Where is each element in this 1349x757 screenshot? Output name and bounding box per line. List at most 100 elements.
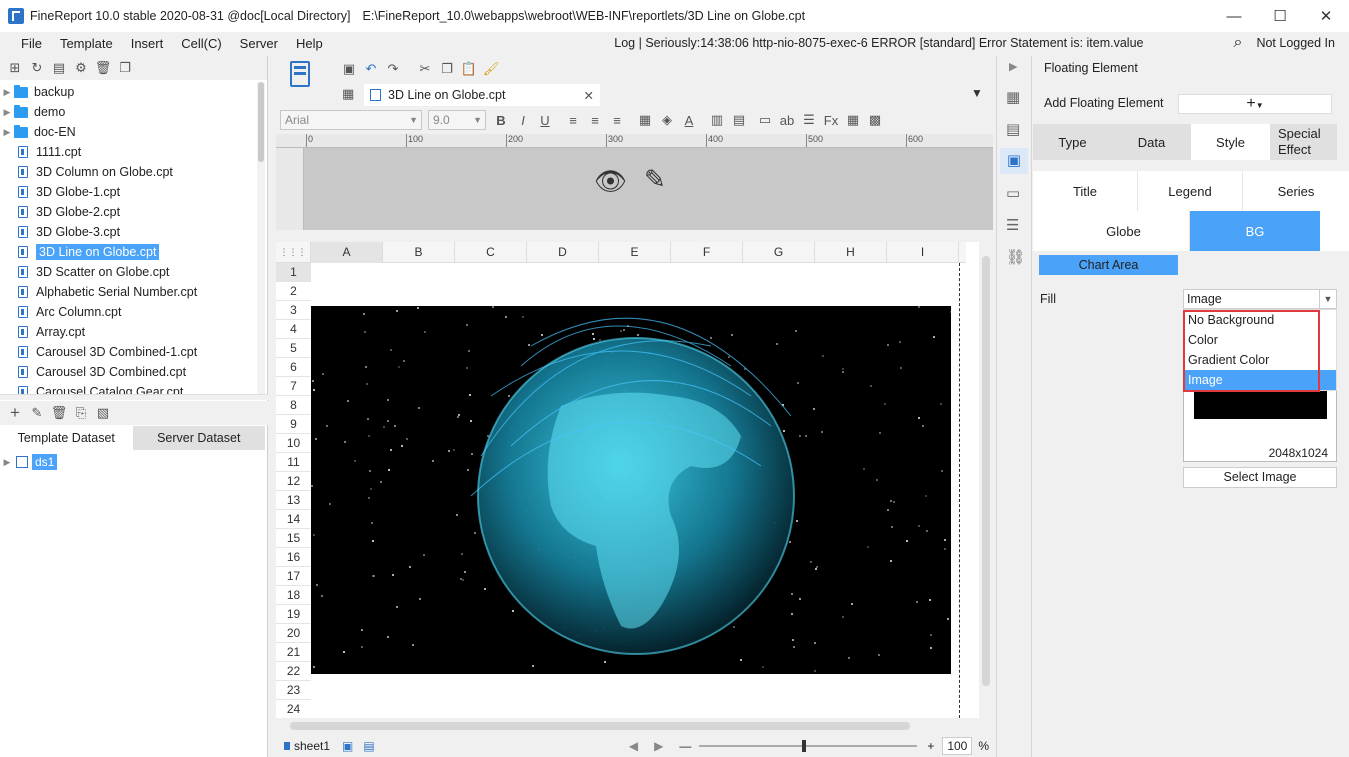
row-header-cell[interactable]: 18 <box>276 586 311 605</box>
menu-help[interactable]: Help <box>287 36 332 51</box>
tree-item[interactable]: Carousel 3D Combined-1.cpt <box>0 342 256 362</box>
chart-area-button[interactable]: Chart Area <box>1039 255 1178 275</box>
add-floating-button[interactable]: +▼ <box>1178 94 1332 114</box>
condition-icon[interactable]: ▭ <box>1006 184 1020 202</box>
column-header-cell[interactable]: A <box>311 242 383 263</box>
zoom-slider[interactable] <box>699 739 918 752</box>
tab-legend[interactable]: Legend <box>1138 171 1243 211</box>
menu-template[interactable]: Template <box>51 36 122 51</box>
row-header-cell[interactable]: 14 <box>276 510 311 529</box>
table-icon[interactable]: ☰ <box>1006 216 1019 234</box>
row-header-cell[interactable]: 17 <box>276 567 311 586</box>
tree-item[interactable]: Arc Column.cpt <box>0 302 256 322</box>
menu-cell[interactable]: Cell(C) <box>172 36 230 51</box>
tree-item[interactable]: 3D Globe-1.cpt <box>0 182 256 202</box>
tab-special-effect[interactable]: Special Effect <box>1270 124 1337 160</box>
open-file-icon[interactable]: ▤ <box>48 57 70 79</box>
bold-icon[interactable]: B <box>490 109 512 131</box>
tab-server-dataset[interactable]: Server Dataset <box>132 426 265 450</box>
column-header-cell[interactable]: G <box>743 242 815 263</box>
tree-item[interactable]: ▶ doc-EN <box>0 122 256 142</box>
minimize-button[interactable]: — <box>1211 0 1257 32</box>
font-size-select[interactable]: 9.0 ▼ <box>428 110 486 130</box>
cut-icon[interactable]: ✂ <box>414 58 436 80</box>
tree-item[interactable]: Carousel Catalog Gear.cpt <box>0 382 256 394</box>
chart-icon[interactable]: ▦ <box>842 109 864 131</box>
font-family-select[interactable]: Arial ▼ <box>280 110 422 130</box>
menu-file[interactable]: File <box>12 36 51 51</box>
add-poly-sheet-icon[interactable]: ▤ <box>363 739 374 753</box>
align-center-icon[interactable]: ≡ <box>584 109 606 131</box>
row-header-cell[interactable]: 21 <box>276 643 311 662</box>
grid-view-icon[interactable]: ▦ <box>342 86 354 102</box>
zoom-in-icon[interactable]: + <box>927 739 934 753</box>
insert-field-icon[interactable]: ▭ <box>754 109 776 131</box>
close-button[interactable]: ✕ <box>1303 0 1349 32</box>
prev-sheet-icon[interactable]: ◀ <box>629 739 638 753</box>
expand-arrow-icon[interactable]: ▶ <box>0 127 14 138</box>
add-sheet-icon[interactable]: ▣ <box>342 739 353 753</box>
maximize-button[interactable]: ☐ <box>1257 0 1303 32</box>
horizontal-scrollbar[interactable] <box>276 718 993 734</box>
close-tab-icon[interactable]: ✕ <box>584 88 594 103</box>
redo-icon[interactable]: ↷ <box>382 58 404 80</box>
font-color-icon[interactable]: A <box>678 109 700 131</box>
cell-attr-icon[interactable]: ▦ <box>1006 88 1020 106</box>
row-header-cell[interactable]: 24 <box>276 700 311 719</box>
sheet-tab[interactable]: sheet1 <box>284 739 330 753</box>
row-header-cell[interactable]: 8 <box>276 396 311 415</box>
add-dataset-icon[interactable]: + <box>4 402 26 424</box>
unmerge-cells-icon[interactable]: ▤ <box>728 109 750 131</box>
fill-select[interactable]: Image ▼ <box>1183 289 1337 309</box>
row-header-cell[interactable]: 9 <box>276 415 311 434</box>
tree-item[interactable]: 1111.cpt <box>0 142 256 162</box>
format-painter-icon[interactable]: 🖌 <box>480 58 502 80</box>
column-header-cell[interactable]: B <box>383 242 455 263</box>
row-header-cell[interactable]: 5 <box>276 339 311 358</box>
row-header-cell[interactable]: 3 <box>276 301 311 320</box>
tree-scrollbar[interactable] <box>257 82 265 394</box>
tab-menu-icon[interactable]: ▼ <box>971 86 983 100</box>
column-header-cell[interactable]: I <box>887 242 959 263</box>
vertical-scrollbar[interactable] <box>979 242 993 718</box>
float-element-icon[interactable]: ▣ <box>1000 148 1028 174</box>
link-icon[interactable]: ⛓ <box>1006 248 1025 266</box>
hide-icon[interactable]: 👁 <box>594 166 627 197</box>
row-header-cell[interactable]: 16 <box>276 548 311 567</box>
tree-item[interactable]: 3D Scatter on Globe.cpt <box>0 262 256 282</box>
image-icon[interactable]: ▩ <box>864 109 886 131</box>
row-header-cell[interactable]: 13 <box>276 491 311 510</box>
tree-item[interactable]: Carousel 3D Combined.cpt <box>0 362 256 382</box>
paragraph-icon[interactable]: ☰ <box>798 109 820 131</box>
row-header-cell[interactable]: 6 <box>276 358 311 377</box>
menu-insert[interactable]: Insert <box>122 36 173 51</box>
dataset-item[interactable]: ▶ ds1 <box>0 452 58 472</box>
doc-tab[interactable]: 3D Line on Globe.cpt ✕ <box>364 84 600 106</box>
align-left-icon[interactable]: ≡ <box>562 109 584 131</box>
delete-dataset-icon[interactable]: 🗑 <box>48 402 70 424</box>
tab-template-dataset[interactable]: Template Dataset <box>0 426 133 450</box>
row-header-cell[interactable]: 4 <box>276 320 311 339</box>
tab-series[interactable]: Series <box>1243 171 1349 211</box>
template-icon[interactable] <box>290 61 310 87</box>
tree-item[interactable]: Array.cpt <box>0 322 256 342</box>
edit-dataset-icon[interactable]: ✎ <box>26 402 48 424</box>
zoom-out-icon[interactable]: — <box>679 739 691 753</box>
edit-icon[interactable]: ✎ <box>644 164 666 195</box>
tree-item[interactable]: 3D Globe-2.cpt <box>0 202 256 222</box>
row-header-cell[interactable]: 15 <box>276 529 311 548</box>
row-header-cell[interactable]: 7 <box>276 377 311 396</box>
settings-icon[interactable]: ⚙ <box>70 57 92 79</box>
tree-item[interactable]: 3D Globe-3.cpt <box>0 222 256 242</box>
row-header-cell[interactable]: 23 <box>276 681 311 700</box>
italic-icon[interactable]: I <box>512 109 534 131</box>
column-header-cell[interactable]: F <box>671 242 743 263</box>
tree-item[interactable]: ▶ demo <box>0 102 256 122</box>
row-header-cell[interactable]: 10 <box>276 434 311 453</box>
dataset-params-icon[interactable]: ▧ <box>92 402 114 424</box>
formula-icon[interactable]: Fx <box>820 109 842 131</box>
row-header-cell[interactable]: 20 <box>276 624 311 643</box>
row-header-cell[interactable]: 11 <box>276 453 311 472</box>
select-all-icon[interactable]: ⋮⋮⋮ <box>276 242 311 263</box>
zoom-level[interactable]: 100 <box>942 736 973 755</box>
